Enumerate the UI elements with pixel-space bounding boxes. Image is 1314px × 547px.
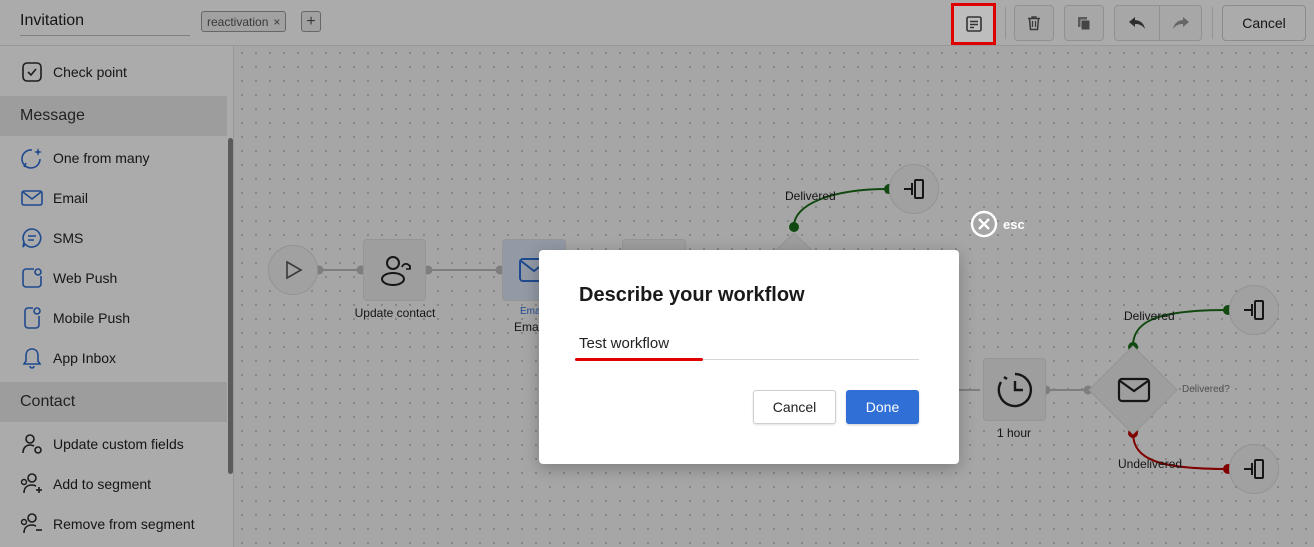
dialog-cancel-button[interactable]: Cancel [753, 390, 836, 424]
esc-label: esc [1003, 216, 1025, 232]
note-icon [965, 16, 982, 32]
dialog-title: Describe your workflow [579, 284, 805, 306]
notes-button-highlight[interactable] [951, 3, 996, 45]
description-input[interactable]: Test workflow [579, 332, 919, 360]
workflow-editor: Invitation reactivation × + Cancel Check… [0, 0, 1314, 547]
describe-workflow-dialog: Describe your workflow Test workflow Can… [539, 250, 959, 464]
close-circle-icon [970, 210, 998, 238]
esc-close-button[interactable]: esc [970, 210, 1025, 238]
input-focus-underline [575, 358, 703, 361]
dialog-done-button[interactable]: Done [846, 390, 919, 424]
